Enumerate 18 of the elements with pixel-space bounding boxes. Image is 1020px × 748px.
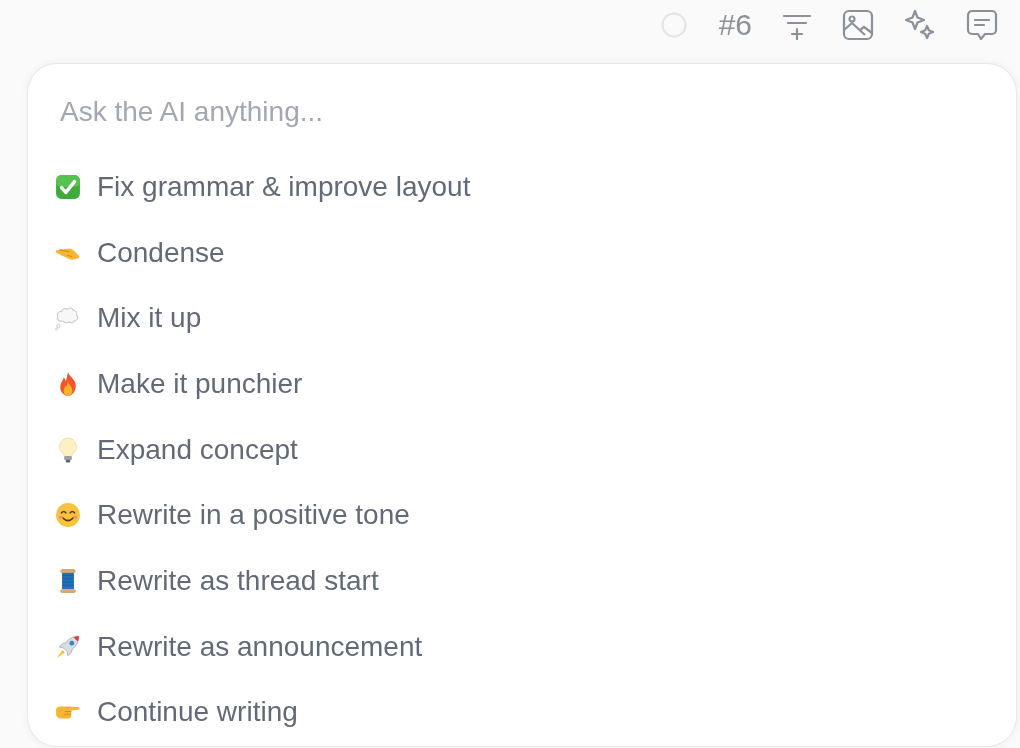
menu-item[interactable]: Rewrite as thread start xyxy=(55,563,379,598)
menu-item[interactable]: Continue writing xyxy=(55,695,298,730)
menu-item[interactable]: Make it punchier xyxy=(55,366,303,401)
check-icon xyxy=(55,173,81,200)
sparkles-icon[interactable] xyxy=(904,9,936,41)
smiling-face-icon xyxy=(55,502,81,529)
item-number: #6 xyxy=(718,10,752,40)
menu-item[interactable]: Fix grammar & improve layout xyxy=(55,169,471,204)
menu-item[interactable]: Rewrite as announcement xyxy=(55,629,423,664)
comment-icon[interactable] xyxy=(966,9,998,41)
menu-item[interactable]: Rewrite in a positive tone xyxy=(55,498,410,533)
menu-item[interactable]: Condense xyxy=(55,235,225,270)
thought-balloon-icon xyxy=(55,305,81,332)
menu-item[interactable]: Expand concept xyxy=(55,432,298,467)
rocket-icon xyxy=(55,633,81,660)
menu-item[interactable]: Mix it up xyxy=(55,301,202,336)
prompt-input[interactable]: Ask the AI anything... xyxy=(60,92,960,132)
image-icon[interactable] xyxy=(842,9,874,41)
